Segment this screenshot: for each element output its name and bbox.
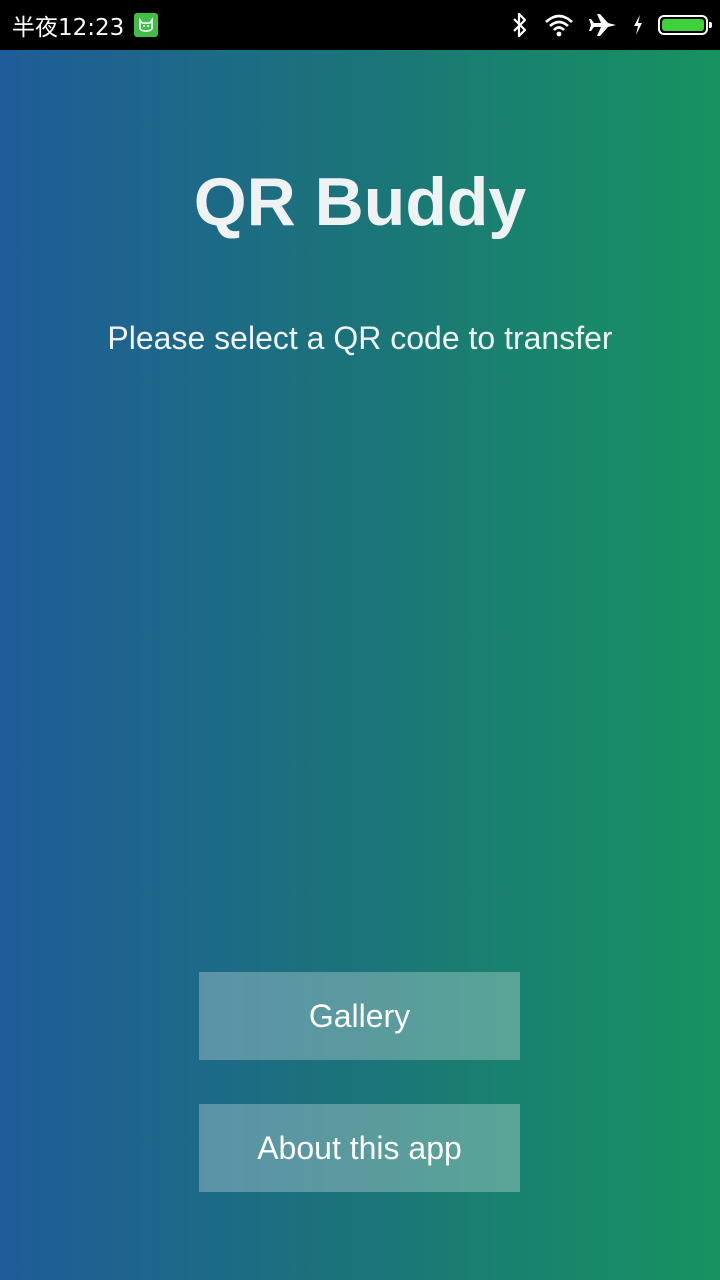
status-icons (496, 0, 712, 50)
instruction-text: Please select a QR code to transfer (107, 320, 613, 356)
charging-icon (632, 14, 644, 36)
gallery-button[interactable]: Gallery (199, 972, 520, 1060)
status-bar: 半夜12:23 (0, 0, 720, 50)
battery-outline (658, 15, 712, 35)
status-left: 半夜12:23 (12, 0, 159, 50)
airplane-icon (588, 12, 618, 38)
cat-notification-icon (134, 13, 159, 37)
battery-icon (658, 15, 712, 35)
app-title: QR Buddy (193, 164, 527, 240)
battery-level-fill (662, 19, 704, 31)
about-app-button[interactable]: About this app (199, 1104, 520, 1192)
battery-tip (709, 22, 712, 28)
app-screen: QR Buddy Please select a QR code to tran… (0, 50, 720, 1280)
status-time: 半夜12:23 (12, 15, 125, 41)
wifi-icon (544, 13, 574, 37)
bluetooth-icon (510, 11, 530, 39)
